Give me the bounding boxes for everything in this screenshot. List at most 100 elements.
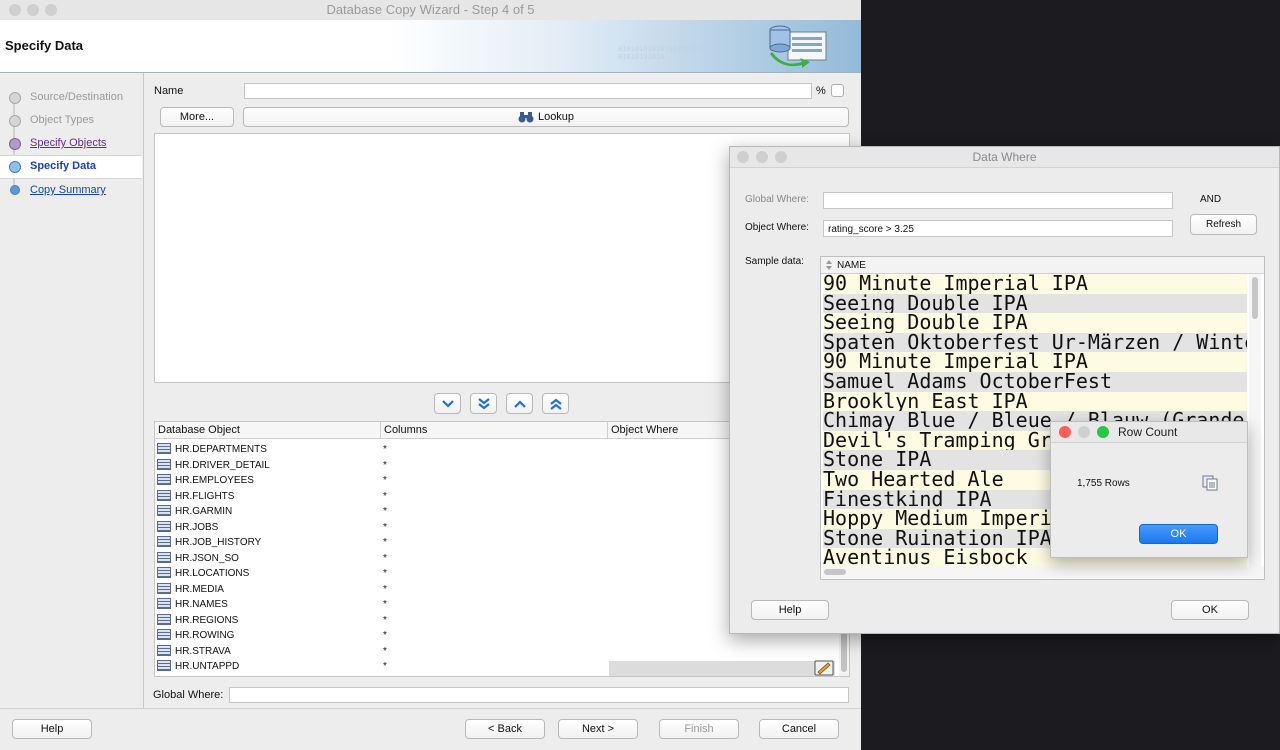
data-where-dialog: Data Where Global Where: AND Object Wher…	[729, 146, 1280, 634]
dw-ok-button[interactable]: OK	[1171, 600, 1249, 620]
help-button[interactable]: Help	[12, 719, 92, 739]
cancel-button[interactable]: Cancel	[759, 719, 839, 739]
back-button[interactable]: < Back	[465, 719, 545, 739]
row-object-name: HR.REGIONS	[175, 614, 239, 626]
sample-row[interactable]: Brooklyn East IPA	[823, 391, 1247, 412]
table-icon	[157, 551, 171, 563]
lookup-button-label: Lookup	[537, 111, 575, 123]
table-icon	[157, 536, 171, 547]
sample-row[interactable]: Samuel Adams OctoberFest	[823, 372, 1247, 392]
dw-global-where-input[interactable]	[823, 192, 1173, 209]
zoom-dialog-button[interactable]	[1097, 426, 1109, 438]
table-icon	[157, 458, 171, 470]
row-object-name: HR.NAMES	[175, 599, 228, 610]
copy-icon[interactable]	[1202, 475, 1218, 491]
sample-row[interactable]: Seeing Double IPA	[823, 293, 1247, 314]
row-count-titlebar: Row Count	[1051, 422, 1247, 443]
refresh-button[interactable]: Refresh	[1190, 214, 1257, 235]
row-columns: *	[383, 475, 387, 486]
row-columns: *	[383, 552, 387, 564]
footer-divider	[0, 708, 861, 709]
move-down-button[interactable]	[434, 393, 461, 414]
table-icon	[157, 567, 171, 578]
table-icon	[157, 660, 171, 671]
sample-vertical-scrollbar[interactable]	[1249, 274, 1261, 566]
wizard-banner: Specify Data 01010101010101010101010 010…	[0, 20, 861, 73]
sample-header[interactable]: NAME	[821, 257, 1264, 274]
table-row[interactable]: HR.NAMES *	[155, 597, 775, 612]
global-where-input[interactable]	[229, 687, 849, 703]
nav-step-specify-data[interactable]: Specify Data	[30, 160, 96, 172]
nav-step-copy-summary[interactable]: Copy Summary	[30, 184, 106, 196]
header-columns[interactable]: Columns	[384, 424, 427, 436]
row-columns: *	[383, 614, 387, 626]
header-object-where[interactable]: Object Where	[611, 424, 678, 436]
move-all-down-button[interactable]	[470, 393, 497, 414]
close-dialog-button[interactable]	[1059, 426, 1071, 438]
double-chevron-down-icon	[477, 397, 490, 409]
row-columns: *	[383, 537, 387, 548]
grid-scroll-thumb[interactable]	[841, 628, 847, 672]
table-icon	[157, 505, 171, 516]
sample-row[interactable]: 90 Minute Imperial IPA	[823, 352, 1247, 372]
sample-row[interactable]: Spaten Oktoberfest Ur-Märzen / Winte	[823, 332, 1247, 353]
name-filter-input[interactable]	[244, 83, 812, 99]
table-row[interactable]: HR.JSON_SO *	[155, 551, 775, 566]
table-icon	[157, 443, 171, 454]
table-row[interactable]: HR.REGIONS *	[155, 613, 775, 628]
table-row[interactable]: HR.FLIGHTS *	[155, 489, 775, 504]
dw-help-button[interactable]: Help	[751, 600, 829, 620]
table-row[interactable]: HR.MEDIA *	[155, 582, 775, 597]
table-row[interactable]: HR.LOCATIONS *	[155, 566, 775, 581]
more-button[interactable]: More...	[160, 107, 234, 127]
row-object-name: HR.JSON_SO	[175, 552, 239, 564]
object-where-input[interactable]: rating_score > 3.25	[823, 220, 1173, 237]
percent-wildcard-label: %	[816, 85, 826, 97]
nav-step-source-destination[interactable]: Source/Destination	[30, 91, 123, 103]
header-divider	[607, 422, 608, 438]
finish-button[interactable]: Finish	[659, 719, 739, 739]
move-up-button[interactable]	[506, 393, 533, 414]
wildcard-checkbox[interactable]	[831, 84, 844, 97]
name-label: Name	[154, 85, 184, 97]
object-where-cell-selected[interactable]	[609, 661, 835, 676]
binoculars-icon	[518, 112, 534, 123]
data-where-titlebar: Data Where	[730, 147, 1279, 168]
row-object-name: HR.ROWING	[175, 630, 235, 641]
nav-step-specify-objects[interactable]: Specify Objects	[30, 137, 106, 149]
sample-scroll-thumb[interactable]	[1252, 277, 1258, 319]
wizard-steps-panel: Source/Destination Object Types Specify …	[0, 73, 144, 708]
dw-global-where-label: Global Where:	[745, 194, 809, 205]
row-object-name: HR.LOCATIONS	[175, 568, 250, 579]
table-row[interactable]: HR.EMPLOYEES *	[155, 473, 775, 488]
nav-step-object-types[interactable]: Object Types	[30, 114, 94, 126]
row-count-title: Row Count	[1118, 425, 1178, 439]
edit-where-icon[interactable]	[814, 660, 834, 676]
row-object-name: HR.STRAVA	[175, 645, 231, 657]
sample-row[interactable]: 90 Minute Imperial IPA	[823, 274, 1247, 294]
double-chevron-up-icon	[549, 398, 562, 410]
minimize-dialog-button[interactable]	[1078, 426, 1090, 438]
table-icon	[157, 613, 171, 625]
row-object-name: HR.JOB_HISTORY	[175, 537, 262, 548]
header-database-object[interactable]: Database Object	[158, 424, 240, 436]
table-row[interactable]: HR.GARMIN *	[155, 504, 775, 519]
sort-icon	[826, 260, 832, 270]
row-count-ok-button[interactable]: OK	[1139, 524, 1218, 544]
global-where-label: Global Where:	[153, 689, 224, 701]
lookup-button[interactable]: Lookup	[243, 107, 849, 127]
row-columns: *	[383, 490, 387, 502]
sample-horizontal-scrollbar[interactable]	[821, 566, 1264, 578]
table-row[interactable]: HR.DEPARTMENTS *	[155, 442, 775, 457]
table-row[interactable]: HR.ROWING *	[155, 628, 775, 643]
sample-row[interactable]: Seeing Double IPA	[823, 313, 1247, 333]
move-all-up-button[interactable]	[542, 393, 569, 414]
table-row[interactable]: HR.STRAVA *	[155, 644, 775, 659]
and-label: AND	[1200, 194, 1222, 205]
row-columns: *	[383, 506, 387, 517]
next-button[interactable]: Next >	[558, 719, 638, 739]
sample-hscroll-thumb[interactable]	[824, 569, 846, 575]
table-row[interactable]: HR.JOBS *	[155, 520, 775, 535]
table-row[interactable]: HR.JOB_HISTORY *	[155, 535, 775, 550]
table-row[interactable]: HR.DRIVER_DETAIL *	[155, 458, 775, 473]
